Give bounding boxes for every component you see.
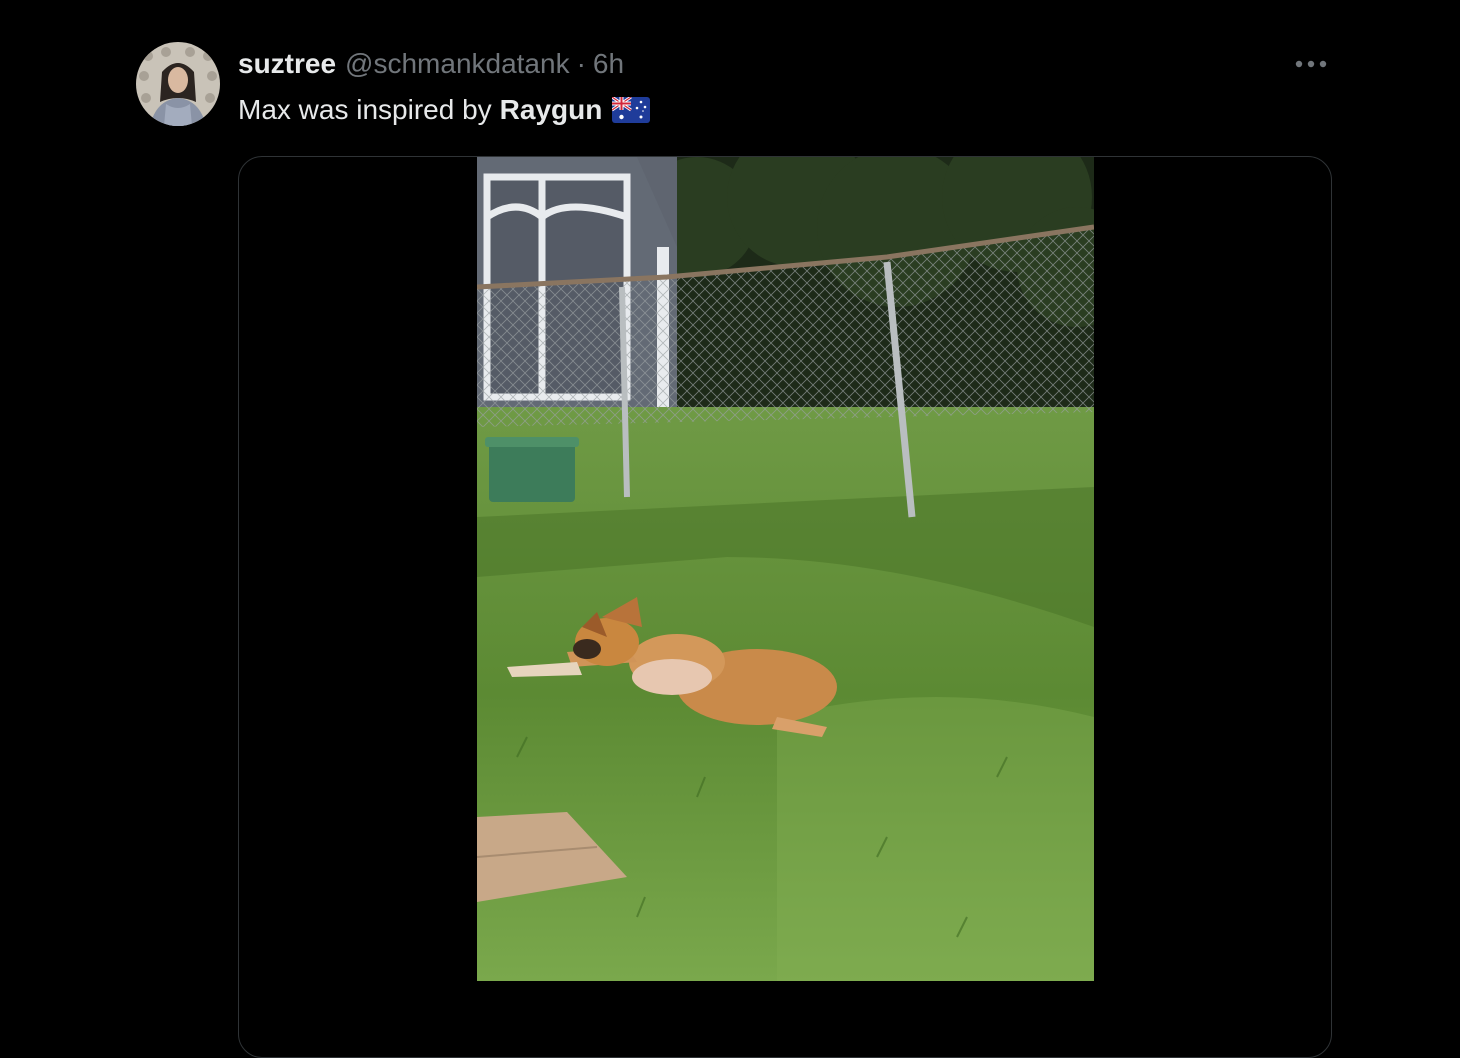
more-horizontal-icon xyxy=(1295,60,1327,68)
mention-raygun: Raygun xyxy=(499,94,603,125)
display-name[interactable]: suztree xyxy=(238,48,336,80)
media-container xyxy=(238,156,1332,1058)
timestamp[interactable]: 6h xyxy=(593,48,624,80)
tweet-text: Max was inspired by Raygun xyxy=(238,90,651,130)
user-handle[interactable]: @schmankdatank xyxy=(345,48,570,80)
tweet-header: suztree @schmankdatank · 6h xyxy=(238,44,624,84)
video-frame xyxy=(477,157,1094,981)
avatar-image xyxy=(136,42,220,126)
separator-dot: · xyxy=(576,48,586,79)
avatar[interactable] xyxy=(136,42,220,126)
tweet[interactable]: suztree @schmankdatank · 6h Max was insp… xyxy=(0,0,1460,1058)
tweet-text-body: Max was inspired by xyxy=(238,94,492,125)
video-player[interactable] xyxy=(477,157,1094,981)
more-options-button[interactable] xyxy=(1286,46,1336,82)
australia-flag-emoji xyxy=(611,95,651,123)
